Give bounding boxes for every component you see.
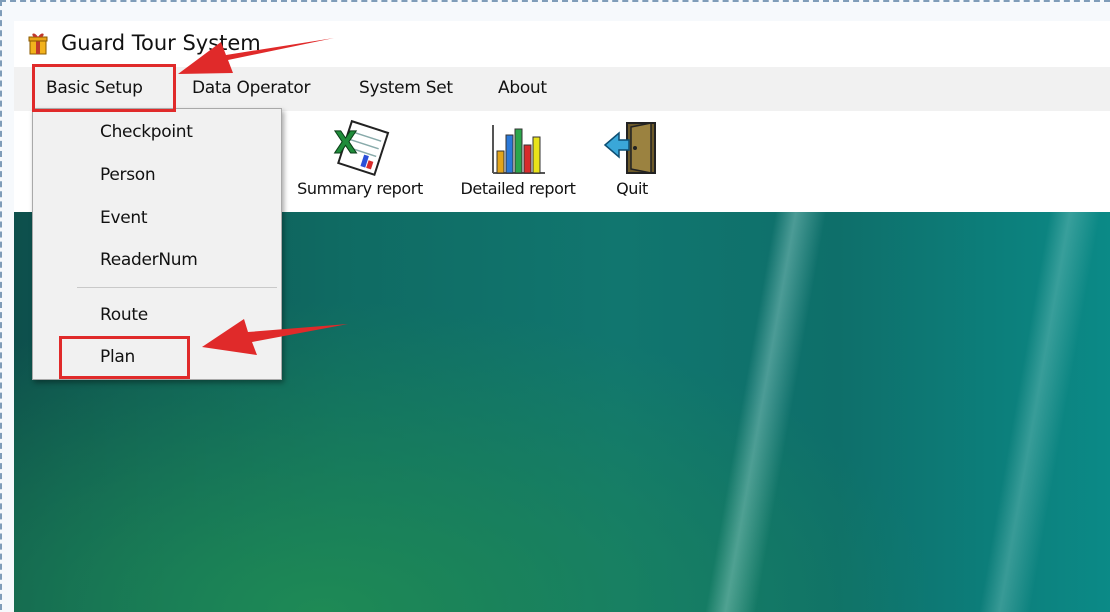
- excel-report-icon: X: [334, 119, 390, 177]
- menu-data-operator[interactable]: Data Operator: [192, 78, 311, 98]
- menu-item-readernum[interactable]: ReaderNum: [100, 250, 198, 270]
- svg-text:X: X: [334, 126, 357, 161]
- menu-system-set[interactable]: System Set: [359, 78, 453, 98]
- quit-button[interactable]: Quit: [596, 117, 668, 198]
- menu-item-route[interactable]: Route: [100, 305, 148, 325]
- highlight-box-basic-setup: [32, 64, 176, 112]
- window-title: Guard Tour System: [61, 31, 261, 55]
- highlight-box-plan: [59, 336, 190, 379]
- exit-door-icon: [603, 122, 656, 174]
- detailed-report-button[interactable]: Detailed report: [444, 117, 592, 198]
- summary-report-button[interactable]: X Summary report: [286, 117, 434, 198]
- summary-report-label: Summary report: [297, 179, 423, 198]
- menu-separator: [77, 287, 277, 288]
- menu-item-checkpoint[interactable]: Checkpoint: [100, 122, 193, 142]
- menu-about[interactable]: About: [498, 78, 547, 98]
- menu-bar: Basic Setup Data Operator System Set Abo…: [14, 67, 1110, 111]
- app-gift-icon: [28, 33, 48, 55]
- detailed-report-label: Detailed report: [460, 179, 576, 198]
- title-bar: Guard Tour System: [14, 21, 1110, 67]
- menu-item-person[interactable]: Person: [100, 165, 156, 185]
- bar-chart-icon: [492, 125, 545, 174]
- window-frame: Guard Tour System Basic Setup Data Opera…: [0, 0, 1110, 612]
- quit-label: Quit: [616, 179, 648, 198]
- menu-item-event[interactable]: Event: [100, 208, 148, 228]
